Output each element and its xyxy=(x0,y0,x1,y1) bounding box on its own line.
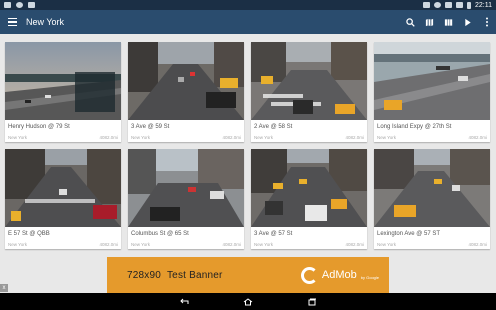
camera-image xyxy=(128,42,244,120)
search-icon[interactable] xyxy=(401,10,420,34)
camera-image xyxy=(251,149,367,227)
admob-by: by Google xyxy=(360,274,379,280)
camera-caption: Long Island Expy @ 27th St xyxy=(377,124,452,130)
signal-icon xyxy=(456,2,463,8)
photo-icon xyxy=(28,2,35,8)
ad-banner[interactable]: 728x90 Test Banner AdMob by Google xyxy=(107,257,389,293)
camera-city: New York xyxy=(8,135,28,140)
camera-image xyxy=(251,42,367,120)
back-icon[interactable] xyxy=(172,293,196,310)
camera-city: New York xyxy=(131,135,151,140)
camera-city: New York xyxy=(254,242,274,247)
camera-image xyxy=(374,42,490,120)
page-title: New York xyxy=(26,17,65,27)
camera-image xyxy=(5,42,121,120)
camera-distance: 4082.0mi xyxy=(99,242,118,247)
camera-caption: Lexington Ave @ 57 ST xyxy=(377,231,441,237)
camera-caption: Henry Hudson @ 79 St xyxy=(8,124,70,130)
status-bar: 22:11 xyxy=(0,0,496,10)
camera-distance: 4082.0mi xyxy=(345,242,364,247)
camera-distance: 4082.0mi xyxy=(222,242,241,247)
camera-image xyxy=(374,149,490,227)
camera-city: New York xyxy=(131,242,151,247)
map-icon[interactable] xyxy=(420,10,439,34)
camera-card[interactable]: 3 Ave @ 59 St New York 4082.0mi xyxy=(128,42,244,142)
recents-icon[interactable] xyxy=(300,293,324,310)
camera-card[interactable]: Long Island Expy @ 27th St New York 4082… xyxy=(374,42,490,142)
admob-name: AdMob xyxy=(321,269,357,281)
camera-distance: 4082.0mi xyxy=(99,135,118,140)
camera-card[interactable]: Lexington Ave @ 57 ST New York 4082.0mi xyxy=(374,149,490,249)
camera-card[interactable]: Henry Hudson @ 79 St New York 4082.0mi xyxy=(5,42,121,142)
camera-caption: Columbus St @ 65 St xyxy=(131,231,189,237)
ad-label: Test Banner xyxy=(166,269,223,281)
bluetooth-icon xyxy=(423,2,430,8)
home-icon[interactable] xyxy=(236,293,260,310)
camera-card[interactable]: 3 Ave @ 57 St New York 4082.0mi xyxy=(251,149,367,249)
camera-distance: 4082.0mi xyxy=(345,135,364,140)
camera-caption: 3 Ave @ 57 St xyxy=(254,231,293,237)
alarm-icon xyxy=(434,2,441,8)
screenshot-icon xyxy=(4,2,11,8)
camera-distance: 4082.0mi xyxy=(468,135,487,140)
grid-icon[interactable] xyxy=(439,10,458,34)
camera-caption: 3 Ave @ 59 St xyxy=(131,124,170,130)
app-bar: New York xyxy=(0,10,496,34)
camera-city: New York xyxy=(377,135,397,140)
ad-size-text: 728x90 xyxy=(127,269,162,281)
nav-bar xyxy=(0,293,496,310)
camera-city: New York xyxy=(377,242,397,247)
camera-caption: 2 Ave @ 58 St xyxy=(254,124,293,130)
wifi-icon xyxy=(445,2,452,8)
camera-distance: 4082.0mi xyxy=(468,242,487,247)
battery-icon xyxy=(467,1,471,9)
play-icon[interactable] xyxy=(458,10,477,34)
camera-card[interactable]: Columbus St @ 65 St New York 4082.0mi xyxy=(128,149,244,249)
android-icon xyxy=(16,2,23,8)
camera-image xyxy=(128,149,244,227)
camera-card[interactable]: E 57 St @ QBB New York 4082.0mi xyxy=(5,149,121,249)
camera-caption: E 57 St @ QBB xyxy=(8,231,50,237)
camera-card[interactable]: 2 Ave @ 58 St New York 4082.0mi xyxy=(251,42,367,142)
admob-logo: AdMob by Google xyxy=(300,266,379,284)
camera-distance: 4082.0mi xyxy=(222,135,241,140)
more-icon[interactable] xyxy=(477,10,496,34)
ad-close-button[interactable]: x xyxy=(0,284,8,292)
camera-city: New York xyxy=(254,135,274,140)
camera-image xyxy=(5,149,121,227)
menu-icon[interactable] xyxy=(0,10,24,34)
camera-city: New York xyxy=(8,242,28,247)
status-time: 22:11 xyxy=(475,1,492,9)
admob-mark-icon xyxy=(300,266,318,284)
